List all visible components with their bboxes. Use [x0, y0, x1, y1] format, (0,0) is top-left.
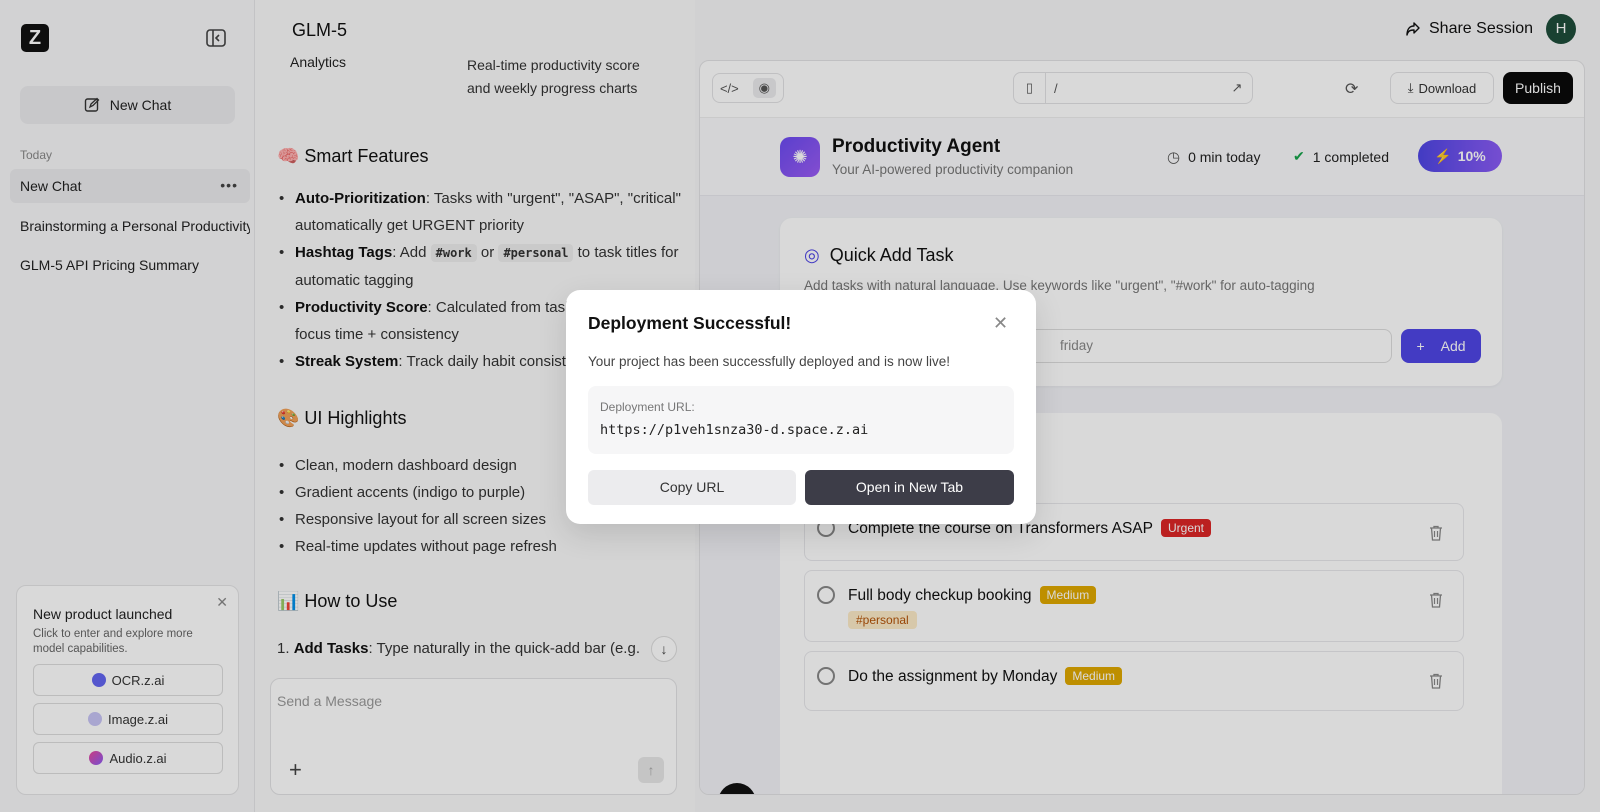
deployment-modal: Deployment Successful! ✕ Your project ha…: [566, 290, 1036, 524]
close-icon[interactable]: ✕: [993, 313, 1008, 334]
modal-description: Your project has been successfully deplo…: [588, 354, 950, 369]
deployment-url-label: Deployment URL:: [600, 400, 695, 414]
copy-url-button[interactable]: Copy URL: [588, 470, 796, 505]
open-new-tab-button[interactable]: Open in New Tab: [805, 470, 1014, 505]
deployment-url[interactable]: https://p1veh1snza30-d.space.z.ai: [600, 422, 868, 438]
modal-title: Deployment Successful!: [588, 313, 792, 333]
deployment-url-box: Deployment URL: https://p1veh1snza30-d.s…: [588, 386, 1014, 454]
